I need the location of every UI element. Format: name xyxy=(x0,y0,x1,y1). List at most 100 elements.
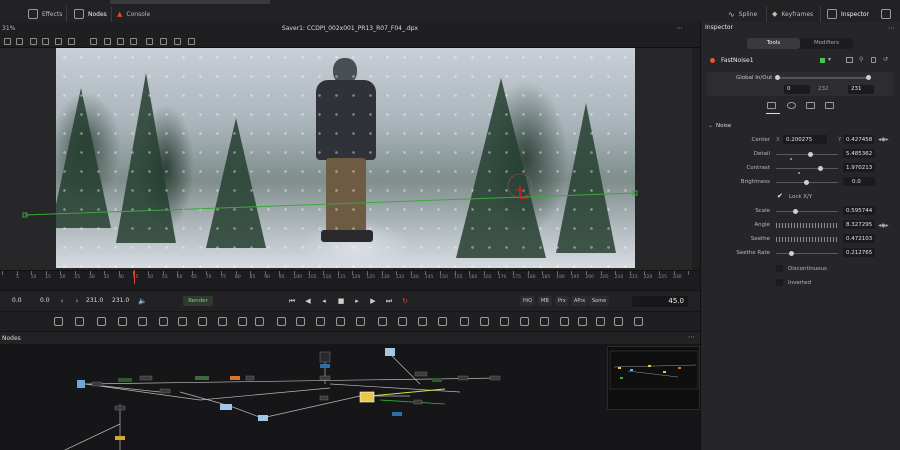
tool-icon-18[interactable] xyxy=(418,317,427,326)
tool-icon-28[interactable] xyxy=(614,317,623,326)
playhead[interactable] xyxy=(134,270,135,284)
nodes-options-icon[interactable]: ⋯ xyxy=(688,333,695,341)
tool-icon-29[interactable] xyxy=(634,317,643,326)
inspector-options-icon[interactable]: ⋯ xyxy=(888,24,895,32)
clone-icon[interactable] xyxy=(160,38,167,45)
render-end-field[interactable]: 231.0 xyxy=(86,297,103,304)
node[interactable] xyxy=(245,375,255,381)
noise-guide-line[interactable] xyxy=(24,192,636,216)
tool-icon-2[interactable] xyxy=(97,317,106,326)
node[interactable] xyxy=(139,375,153,381)
inspector-button[interactable]: Inspector xyxy=(827,8,869,20)
tool-icon-24[interactable] xyxy=(540,317,549,326)
stroke-icon[interactable] xyxy=(55,38,62,45)
play-icon[interactable]: ▸ xyxy=(353,297,361,305)
global-out-handle[interactable] xyxy=(866,75,871,80)
node[interactable] xyxy=(414,371,428,377)
pin-icon[interactable]: ⚲ xyxy=(859,56,863,63)
inverted-checkbox[interactable] xyxy=(776,279,783,286)
effects-button[interactable]: Effects xyxy=(28,8,62,20)
hand-icon[interactable] xyxy=(188,38,195,45)
settings-tab-icon[interactable] xyxy=(825,102,834,109)
brightness-slider-knob[interactable] xyxy=(804,180,809,185)
contrast-slider-knob[interactable] xyxy=(818,166,823,171)
tool-icon-15[interactable] xyxy=(356,317,365,326)
seethe-rate-field[interactable]: 0.212765 xyxy=(846,250,872,256)
global-in-field[interactable]: 0 xyxy=(784,85,810,94)
tool-icon-14[interactable] xyxy=(336,317,345,326)
global-in-handle[interactable] xyxy=(775,75,780,80)
tool-icon-3[interactable] xyxy=(118,317,127,326)
contrast-field[interactable]: 1.970213 xyxy=(846,165,872,171)
region-icon[interactable] xyxy=(16,38,23,45)
motion-blur-toggle[interactable]: MB xyxy=(538,296,552,306)
node-version-swatch[interactable] xyxy=(820,58,825,63)
node-loader[interactable] xyxy=(385,348,395,356)
tool-icon-5[interactable] xyxy=(159,317,168,326)
node[interactable] xyxy=(319,395,329,401)
tool-icon-21[interactable] xyxy=(480,317,489,326)
play-reverse-icon[interactable]: ◂ xyxy=(320,297,328,305)
controls-tab-icon[interactable] xyxy=(767,102,776,109)
selected-node-fastnoise[interactable] xyxy=(359,391,375,403)
tool-icon-19[interactable] xyxy=(438,317,447,326)
global-inout-range[interactable] xyxy=(777,77,869,79)
node[interactable] xyxy=(195,376,209,380)
cursor-icon[interactable] xyxy=(4,38,11,45)
node-graph[interactable] xyxy=(0,344,700,450)
brush-icon[interactable] xyxy=(42,38,49,45)
detail-slider-knob[interactable] xyxy=(808,152,813,157)
hiq-toggle[interactable]: HiQ xyxy=(520,296,536,306)
brightness-field[interactable]: 0.0 xyxy=(852,179,861,185)
node[interactable] xyxy=(230,376,240,380)
tool-icon-17[interactable] xyxy=(398,317,407,326)
node[interactable] xyxy=(320,364,330,368)
scale-field[interactable]: 0.595744 xyxy=(846,208,872,214)
current-frame-field[interactable]: 45.0 xyxy=(632,296,688,307)
tool-icon-25[interactable] xyxy=(560,317,569,326)
node-name-label[interactable]: FastNoise1 xyxy=(721,57,754,64)
next-icon[interactable]: › xyxy=(73,297,81,305)
tool-icon-22[interactable] xyxy=(500,317,509,326)
center-y-field[interactable]: 0.427458 xyxy=(846,137,872,143)
versions-icon[interactable] xyxy=(846,57,853,63)
angle-field[interactable]: 8.327295 xyxy=(846,222,872,228)
go-to-start-icon[interactable]: ⏮ xyxy=(288,297,296,305)
go-to-end-icon[interactable]: ⏭ xyxy=(385,297,393,305)
tab-tools[interactable]: Tools xyxy=(747,38,800,49)
close-icon[interactable] xyxy=(68,38,75,45)
tool-icon-16[interactable] xyxy=(378,317,387,326)
tool-icon-9[interactable] xyxy=(238,317,247,326)
node-loader[interactable] xyxy=(77,380,85,388)
detail-slider[interactable] xyxy=(776,154,838,155)
pen-icon[interactable] xyxy=(30,38,37,45)
tool-icon-20[interactable] xyxy=(460,317,469,326)
console-button[interactable]: ▲ Console xyxy=(117,8,150,20)
proxy-toggle[interactable]: Prx xyxy=(555,296,569,306)
node[interactable] xyxy=(115,436,125,440)
tool-icon-6[interactable] xyxy=(178,317,187,326)
chevron-down-icon[interactable]: ⌄ xyxy=(708,122,713,129)
prev-icon[interactable]: ‹ xyxy=(58,297,66,305)
keyframe-nav-icon[interactable]: ◂◆▸ xyxy=(878,222,889,229)
node[interactable] xyxy=(392,412,402,416)
zoom-level[interactable]: 31% xyxy=(2,25,15,32)
render-button[interactable]: Render xyxy=(183,296,213,306)
tool-icon-23[interactable] xyxy=(520,317,529,326)
node[interactable] xyxy=(118,378,132,382)
node[interactable] xyxy=(319,351,331,363)
angle-wheel[interactable] xyxy=(776,223,838,228)
curve-tool-icon[interactable] xyxy=(117,38,124,45)
keyframes-button[interactable]: ◆ Keyframes xyxy=(772,8,813,20)
lock-xy-checkbox[interactable]: ✔ xyxy=(777,192,783,200)
node[interactable] xyxy=(91,381,103,387)
fullscreen-button[interactable] xyxy=(881,8,891,20)
node[interactable] xyxy=(432,378,442,382)
node[interactable] xyxy=(114,405,126,411)
tool-icon-13[interactable] xyxy=(316,317,325,326)
node[interactable] xyxy=(258,415,268,421)
tool-icon-11[interactable] xyxy=(277,317,286,326)
seethe-rate-slider[interactable] xyxy=(776,253,838,254)
scale-slider[interactable] xyxy=(776,211,838,212)
lock-icon[interactable] xyxy=(871,57,876,63)
